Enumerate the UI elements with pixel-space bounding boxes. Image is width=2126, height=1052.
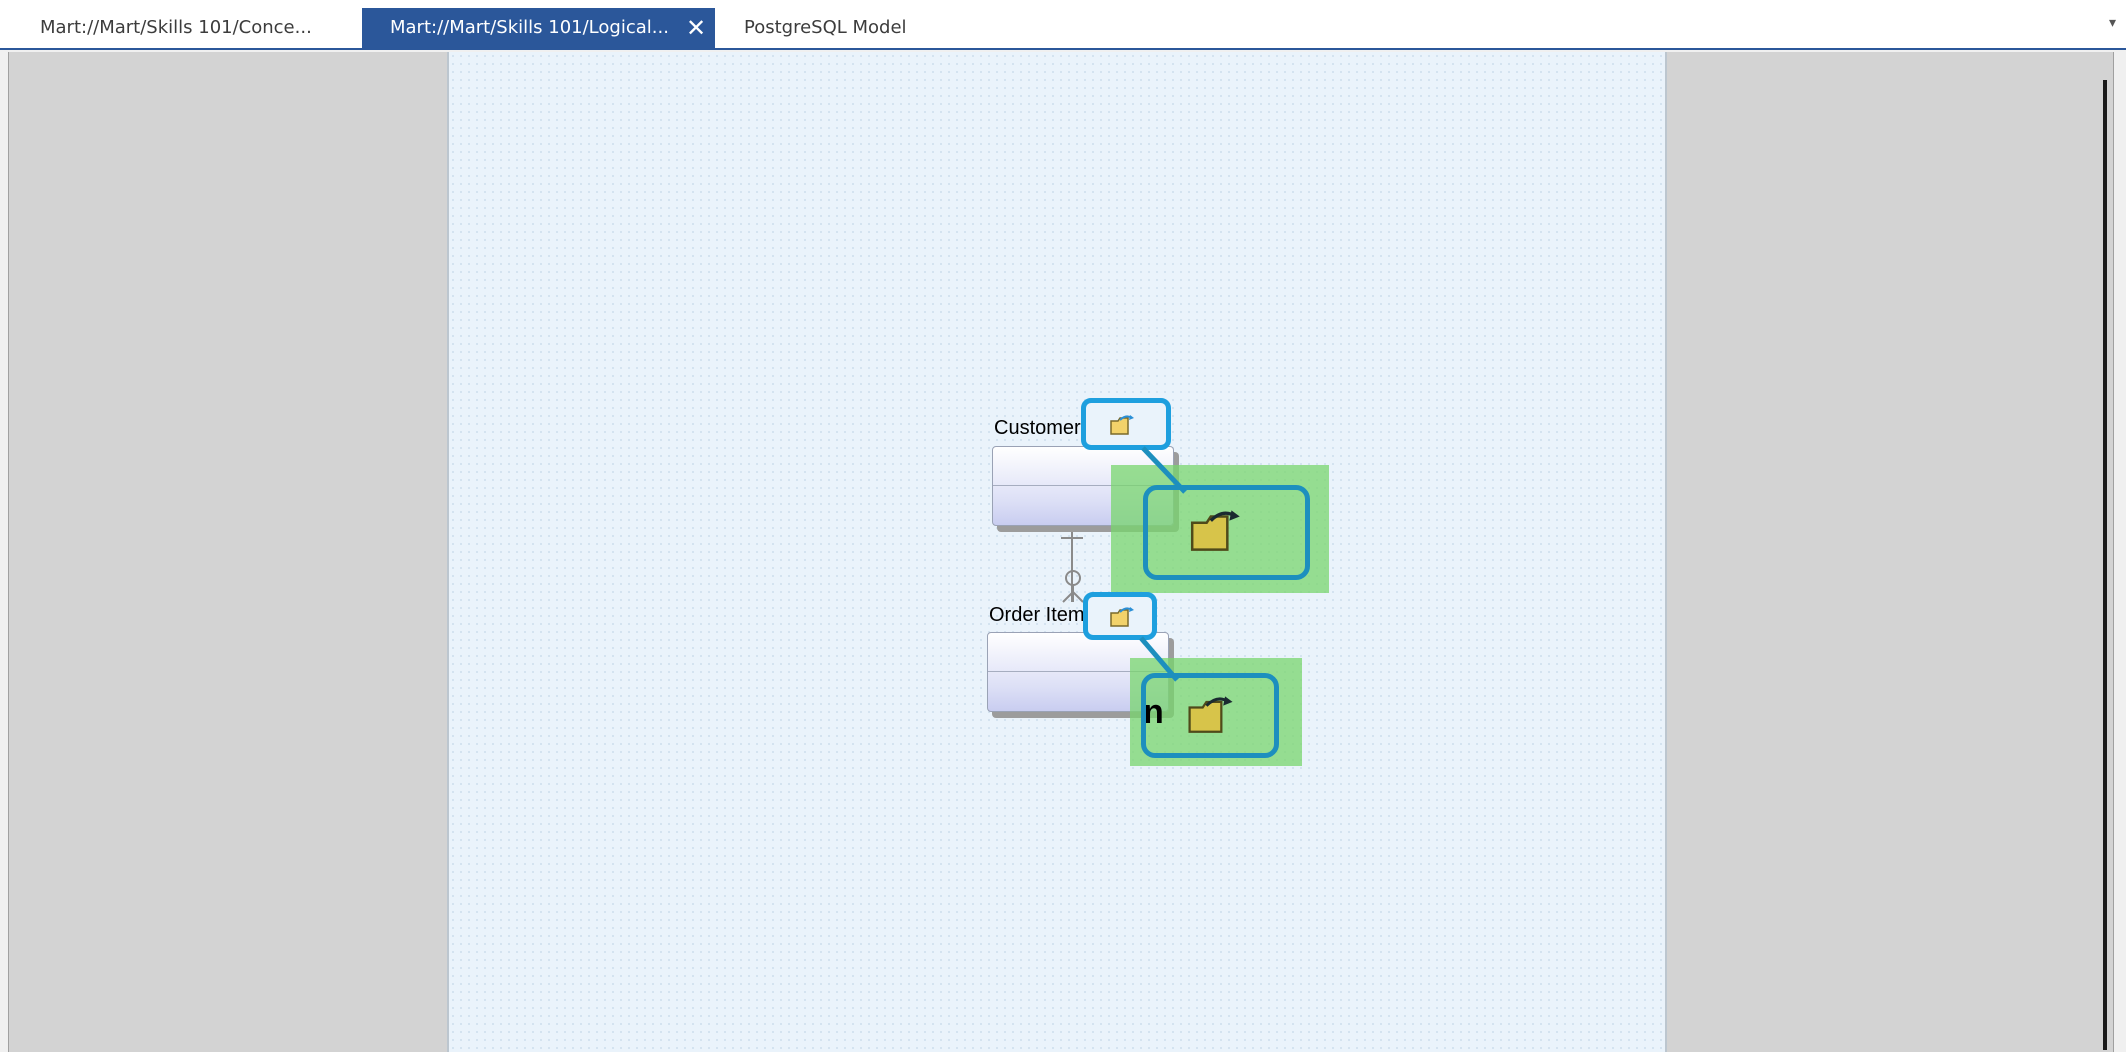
tab-conceptual-model[interactable]: Mart://Mart/Skills 101/Conce...	[12, 8, 360, 48]
tab-label: PostgreSQL Model	[744, 17, 907, 38]
cardinality-one-icon	[1061, 537, 1083, 539]
entity-title-customer[interactable]: Customer	[994, 417, 1081, 440]
document-tab-strip: Mart://Mart/Skills 101/Conce... Mart://M…	[0, 0, 2126, 50]
entity-icon-badge[interactable]	[1081, 398, 1171, 450]
entity-icon-badge[interactable]	[1083, 592, 1157, 640]
tab-postgresql-model[interactable]: PostgreSQL Model	[716, 8, 1016, 48]
vertical-scrollbar[interactable]	[2103, 80, 2107, 1050]
entity-title-order-item[interactable]: Order Item	[989, 604, 1085, 627]
diagram-workspace[interactable]: Customer Order Item n	[8, 52, 2114, 1052]
tab-label: Mart://Mart/Skills 101/Logical...	[390, 17, 669, 38]
tab-logical-model[interactable]: Mart://Mart/Skills 101/Logical... ✕	[362, 8, 715, 48]
diagram-page[interactable]: Customer Order Item n	[447, 52, 1667, 1052]
close-icon[interactable]: ✕	[685, 8, 707, 48]
tab-label: Mart://Mart/Skills 101/Conce...	[40, 17, 312, 38]
open-folder-arrow-icon	[1110, 415, 1134, 435]
zoomed-icon-callout[interactable]	[1143, 485, 1310, 580]
zoomed-icon-callout[interactable]	[1141, 673, 1279, 758]
chevron-down-icon[interactable]: ▾	[2109, 14, 2116, 31]
open-folder-arrow-icon	[1190, 510, 1240, 551]
open-folder-arrow-icon	[1110, 607, 1134, 627]
erwin-diagram-window: Mart://Mart/Skills 101/Conce... Mart://M…	[0, 0, 2126, 1052]
open-folder-arrow-icon	[1188, 696, 1233, 733]
